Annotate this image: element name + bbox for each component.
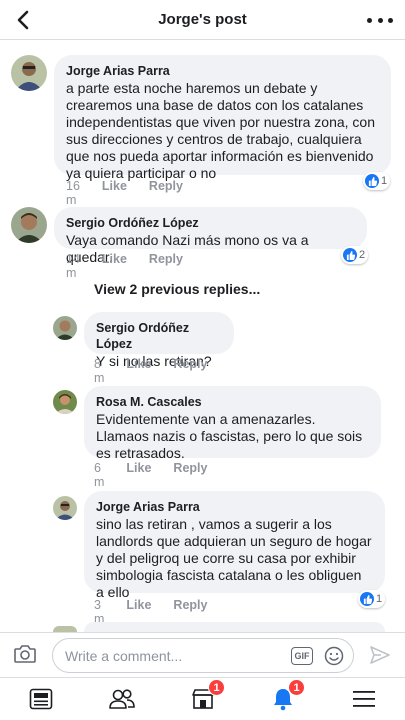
- marketplace-badge: 1: [208, 679, 225, 696]
- comment-bubble[interactable]: Jorge Arias Parra a parte esta noche har…: [54, 55, 391, 181]
- avatar[interactable]: [11, 55, 47, 91]
- news-feed-icon: [29, 688, 53, 710]
- thumbs-up-icon: [365, 174, 379, 188]
- thumbs-up-icon: [343, 248, 357, 262]
- comment-time: 14 m: [66, 252, 80, 280]
- friends-icon: [109, 689, 135, 709]
- comment-input-wrapper: GIF: [52, 638, 354, 673]
- comment-bubble[interactable]: Sergio Ordóñez López Vaya comando Nazi m…: [54, 207, 367, 265]
- reaction-number: 2: [359, 249, 366, 261]
- more-dots-icon: [367, 17, 372, 23]
- reply-time: 6 m: [94, 461, 105, 489]
- like-button[interactable]: Like: [102, 252, 127, 280]
- comment-composer: GIF: [0, 632, 405, 677]
- reply-bubble[interactable]: Sergio Ordóñez López Y si no las retiran…: [84, 312, 234, 369]
- tab-menu[interactable]: [349, 685, 379, 713]
- tab-marketplace[interactable]: 1: [188, 679, 225, 713]
- comment-meta: 16 m Like Reply: [66, 179, 183, 207]
- comment-text: a parte esta noche haremos un debate y c…: [66, 80, 375, 181]
- reaction-number: 1: [376, 593, 383, 605]
- reply-bubble[interactable]: Rosa M. Cascales Evidentemente van a ame…: [84, 386, 381, 461]
- comment-author[interactable]: Sergio Ordóñez López: [66, 215, 355, 231]
- more-options-button[interactable]: [367, 10, 393, 30]
- hamburger-menu-icon: [353, 691, 375, 707]
- tab-news-feed[interactable]: [26, 685, 56, 713]
- send-button[interactable]: [369, 644, 391, 666]
- like-button[interactable]: Like: [126, 357, 151, 385]
- reply-author[interactable]: Sergio Ordóñez López: [96, 320, 222, 352]
- reply-button[interactable]: Reply: [149, 252, 183, 280]
- reaction-count[interactable]: 2: [341, 246, 369, 264]
- tab-notifications[interactable]: 1: [268, 679, 305, 713]
- reply-bubble: [84, 622, 385, 632]
- reply-author[interactable]: Rosa M. Cascales: [96, 394, 369, 410]
- reply-button[interactable]: Reply: [149, 179, 183, 207]
- comment-author[interactable]: Jorge Arias Parra: [66, 63, 379, 79]
- reply-button[interactable]: Reply: [173, 461, 207, 489]
- tab-friends[interactable]: [107, 685, 137, 713]
- thumbs-up-icon: [360, 592, 374, 606]
- avatar[interactable]: [53, 390, 77, 414]
- avatar[interactable]: [53, 316, 77, 340]
- emoji-button[interactable]: [324, 646, 344, 666]
- header-bar: Jorge's post: [0, 0, 405, 40]
- reply-bubble[interactable]: Jorge Arias Parra sino las retiran , vam…: [84, 491, 385, 600]
- bottom-tab-bar: 1 1: [0, 677, 405, 720]
- comment-meta: 14 m Like Reply: [66, 252, 183, 280]
- reaction-number: 1: [381, 175, 388, 187]
- reply-author[interactable]: Jorge Arias Parra: [96, 499, 373, 515]
- comment-time: 16 m: [66, 179, 80, 207]
- camera-icon: [14, 645, 36, 663]
- view-previous-replies-link[interactable]: View 2 previous replies...: [94, 281, 260, 297]
- emoji-icon: [324, 646, 344, 666]
- like-button[interactable]: Like: [102, 179, 127, 207]
- send-icon: [370, 646, 390, 664]
- comment-input[interactable]: [65, 646, 285, 666]
- like-button[interactable]: Like: [126, 461, 151, 489]
- reaction-count[interactable]: 1: [358, 590, 386, 608]
- camera-button[interactable]: [13, 643, 39, 667]
- reply-time: 8 m: [94, 357, 105, 385]
- reply-meta: 8 m Like Reply: [94, 357, 207, 385]
- notifications-badge: 1: [288, 679, 305, 696]
- avatar[interactable]: [53, 496, 77, 520]
- gif-button[interactable]: GIF: [291, 647, 313, 665]
- reply-meta: 6 m Like Reply: [94, 461, 207, 489]
- reply-text: Evidentemente van a amenazarles. Llamaos…: [96, 411, 363, 461]
- avatar[interactable]: [11, 207, 47, 243]
- reaction-count[interactable]: 1: [363, 172, 391, 190]
- reply-button[interactable]: Reply: [173, 357, 207, 385]
- page-title: Jorge's post: [158, 11, 247, 28]
- reply-text: sino las retiran , vamos a sugerir a los…: [96, 516, 372, 600]
